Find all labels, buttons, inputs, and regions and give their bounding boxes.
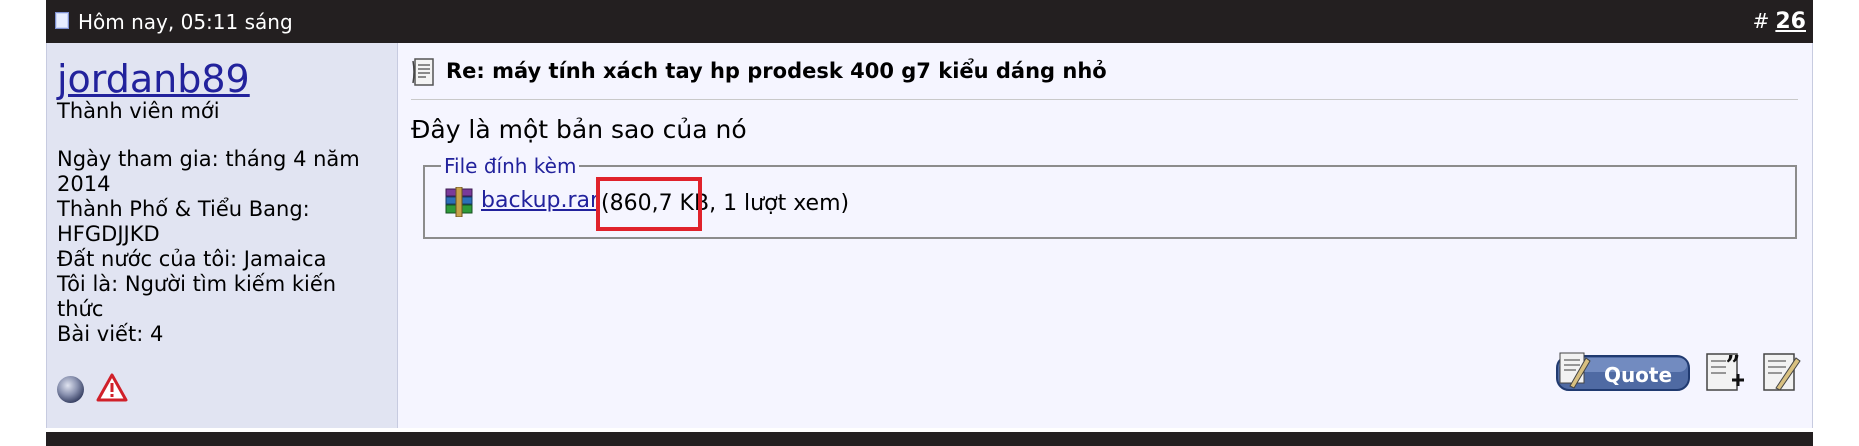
multiquote-icon[interactable]: ” [1704, 352, 1746, 392]
post-hash: # [1752, 9, 1770, 33]
forum-post: Hôm nay, 05:11 sáng #26 jordanb89 Thành … [46, 0, 1813, 428]
post-document-icon [412, 58, 434, 86]
user-title: Thành viên mới [57, 99, 220, 123]
user-details: Ngày tham gia: tháng 4 năm 2014 Thành Ph… [57, 147, 377, 347]
post-title: Re: máy tính xách tay hp prodesk 400 g7 … [446, 59, 1107, 83]
user-info-column: jordanb89 Thành viên mới Ngày tham gia: … [46, 43, 398, 428]
message-column: Re: máy tính xách tay hp prodesk 400 g7 … [398, 43, 1813, 428]
attachments-fieldset: File đính kèm backup.rar (860,7 KB, 1 lư… [423, 155, 1797, 239]
title-divider [411, 99, 1798, 100]
quote-label: Quote [1604, 363, 1672, 387]
rar-archive-icon [445, 187, 473, 217]
post-number-wrap: #26 [1753, 8, 1806, 35]
location: Thành Phố & Tiểu Bang: HFGDJJKD [57, 197, 310, 246]
report-warning-icon[interactable] [96, 372, 128, 404]
user-role: Tôi là: Người tìm kiếm kiến thức [57, 272, 337, 321]
post-date-icon [55, 12, 69, 29]
highlight-annotation [596, 177, 702, 231]
offline-status-icon [57, 376, 84, 403]
post-number-link[interactable]: 26 [1775, 9, 1806, 34]
edit-icon[interactable] [1760, 352, 1802, 392]
post-date: Hôm nay, 05:11 sáng [78, 10, 293, 34]
next-post-header [46, 432, 1813, 446]
post-header: Hôm nay, 05:11 sáng #26 [46, 0, 1813, 43]
country: Đất nước của tôi: Jamaica [57, 247, 327, 271]
join-date: Ngày tham gia: tháng 4 năm 2014 [57, 147, 360, 196]
quote-button[interactable]: Quote [1556, 352, 1690, 392]
post-action-buttons: Quote ” [1542, 352, 1802, 394]
post-count: Bài viết: 4 [57, 322, 164, 346]
username-link[interactable]: jordanb89 [57, 57, 250, 101]
post-body: Đây là một bản sao của nó [411, 115, 747, 144]
attachment-link[interactable]: backup.rar [481, 187, 599, 215]
attachments-legend: File đính kèm [441, 155, 580, 177]
